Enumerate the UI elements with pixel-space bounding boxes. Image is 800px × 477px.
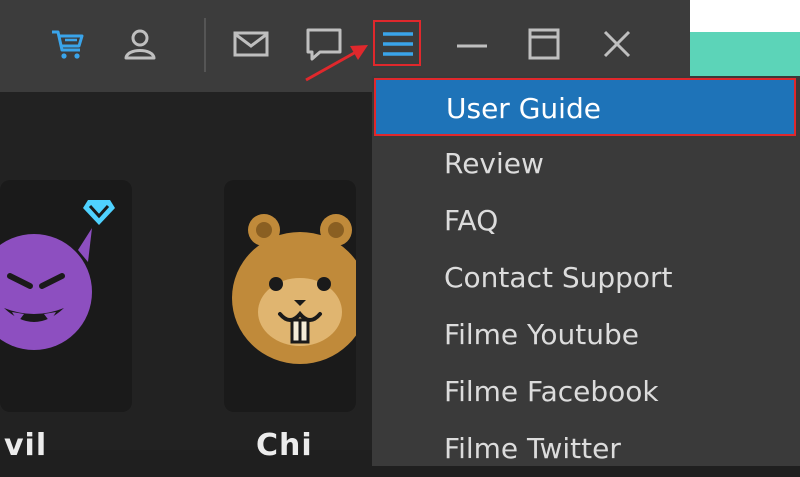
menu-button-highlight: [373, 20, 421, 66]
mail-icon[interactable]: [229, 22, 273, 66]
menu-item-filme-facebook[interactable]: Filme Facebook: [372, 364, 800, 420]
avatar-card-label: vil: [4, 428, 48, 463]
maximize-icon[interactable]: [522, 22, 566, 66]
cart-icon[interactable]: [46, 22, 90, 66]
avatar-card[interactable]: [224, 180, 368, 412]
menu-item-filme-twitter[interactable]: Filme Twitter: [372, 421, 800, 477]
diamond-icon: [83, 200, 115, 225]
menu-item-filme-youtube[interactable]: Filme Youtube: [372, 307, 800, 363]
hamster-avatar-icon: [232, 214, 368, 364]
toolbar-separator: [204, 18, 206, 72]
user-icon[interactable]: [118, 22, 162, 66]
menu-item-review[interactable]: Review: [372, 136, 800, 192]
help-dropdown-menu: User Guide Review FAQ Contact Support Fi…: [372, 76, 800, 466]
avatar-card[interactable]: [0, 180, 132, 412]
avatar-card-label: Chi: [256, 428, 313, 463]
menu-item-contact-support[interactable]: Contact Support: [372, 250, 800, 306]
minimize-icon[interactable]: [450, 22, 494, 66]
menu-item-faq[interactable]: FAQ: [372, 193, 800, 249]
chat-icon[interactable]: [302, 22, 346, 66]
menu-item-user-guide[interactable]: User Guide: [374, 78, 796, 136]
close-icon[interactable]: [595, 22, 639, 66]
